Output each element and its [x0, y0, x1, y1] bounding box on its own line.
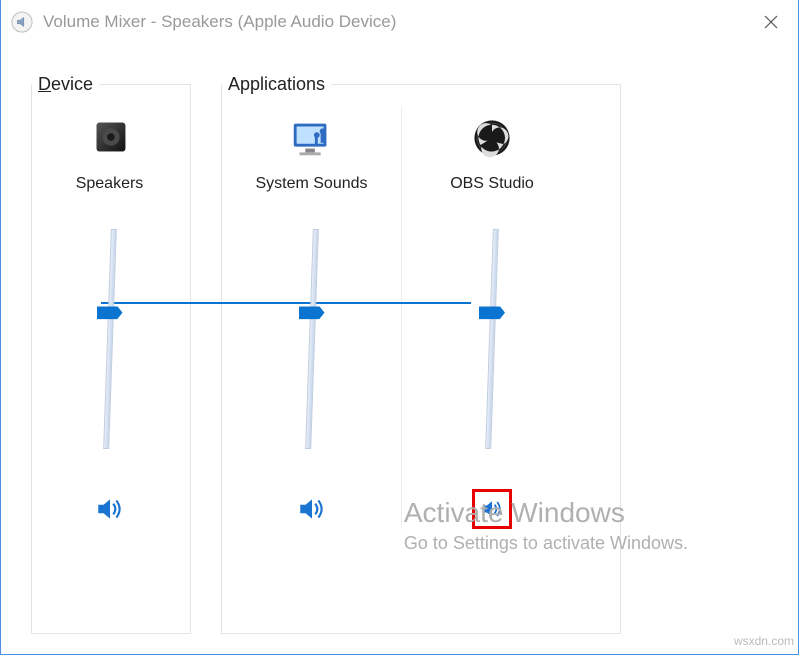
speaker-unmuted-icon [94, 493, 126, 525]
applications-legend: Applications [222, 74, 331, 95]
system-sounds-icon[interactable] [287, 113, 337, 163]
window-title: Volume Mixer - Speakers (Apple Audio Dev… [43, 12, 744, 32]
speaker-unmuted-icon [479, 493, 505, 525]
obs-volume-slider[interactable] [484, 229, 500, 449]
device-mute-button[interactable] [90, 489, 130, 529]
obs-mute-button[interactable] [472, 489, 512, 529]
system-sounds-mute-button[interactable] [292, 489, 332, 529]
device-column: Speakers [32, 107, 187, 529]
app-label: System Sounds [255, 175, 367, 193]
volume-mixer-icon [11, 11, 33, 33]
device-volume-slider[interactable] [102, 229, 118, 449]
app-column-obs-studio: OBS Studio [402, 107, 582, 529]
speaker-unmuted-icon [296, 493, 328, 525]
app-column-system-sounds: System Sounds [222, 107, 402, 529]
speaker-device-icon[interactable] [85, 113, 135, 163]
applications-section: Applications [221, 74, 621, 634]
device-section: Device [31, 74, 191, 634]
master-link-line [101, 302, 471, 304]
close-button[interactable] [744, 0, 798, 44]
obs-studio-icon[interactable] [467, 113, 517, 163]
app-label: OBS Studio [450, 175, 534, 193]
source-watermark: wsxdn.com [734, 634, 794, 648]
device-legend: Device [32, 74, 99, 95]
titlebar: Volume Mixer - Speakers (Apple Audio Dev… [1, 0, 798, 44]
device-label: Speakers [76, 175, 144, 193]
system-sounds-volume-slider[interactable] [304, 229, 320, 449]
close-icon [764, 15, 778, 29]
